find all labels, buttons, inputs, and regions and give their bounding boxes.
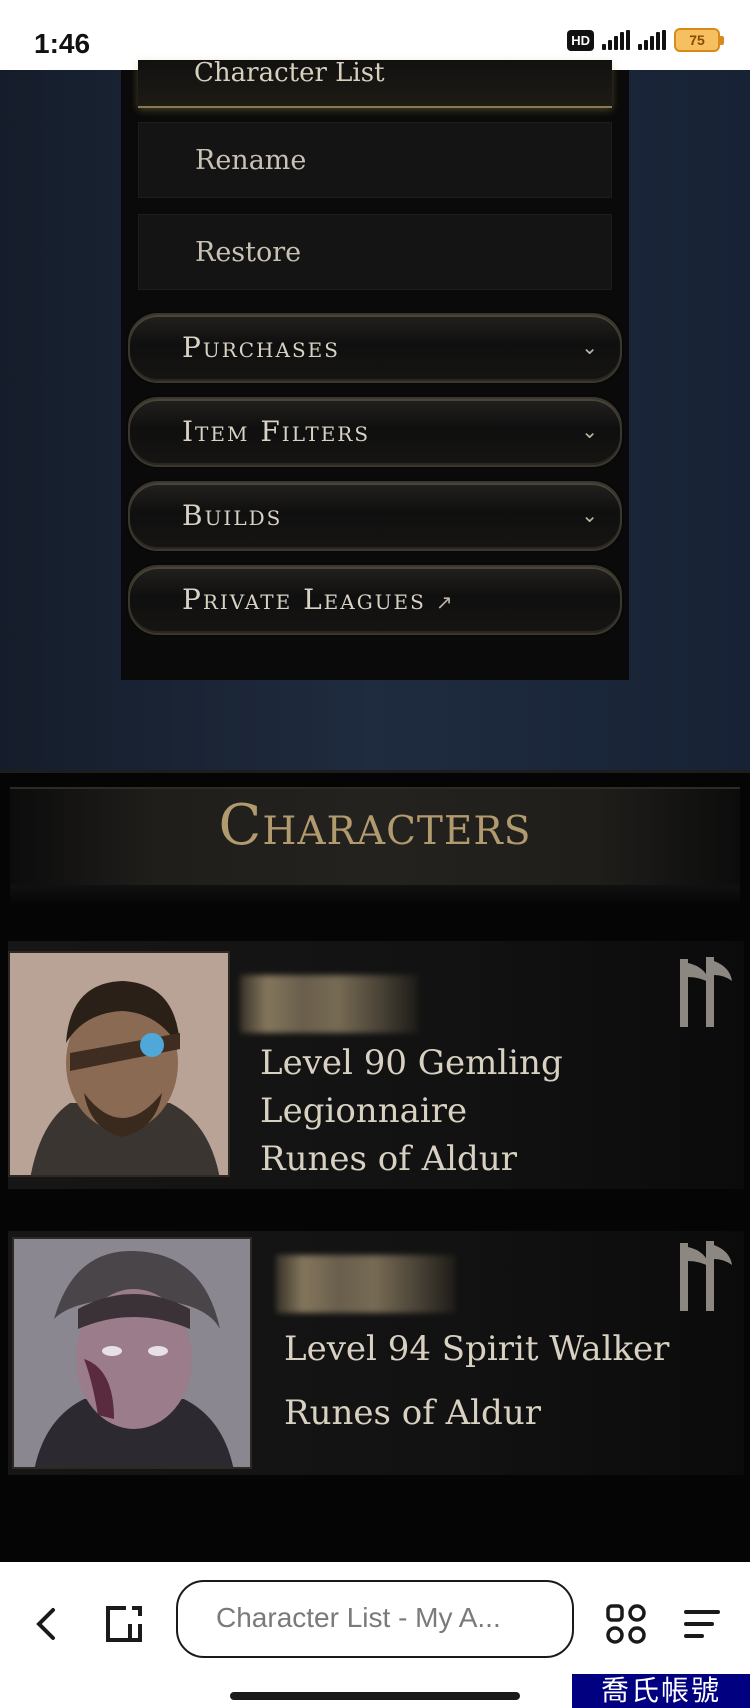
character-level-class: Level 90 Gemling Legionnaire [260, 1043, 563, 1131]
axe-icon [680, 1241, 732, 1311]
character-league: Runes of Aldur [260, 1139, 517, 1179]
chevron-down-icon: ⌄ [581, 503, 598, 527]
status-icons: HD 75 [567, 28, 724, 52]
menu-icon[interactable] [674, 1596, 730, 1652]
banner-divider [10, 885, 740, 905]
menu-item-character-list[interactable]: Character List [138, 60, 612, 108]
menu-item-restore[interactable]: Restore [138, 214, 612, 290]
accordion-item-filters[interactable]: Item Filters ⌄ [128, 397, 622, 467]
chevron-down-icon: ⌄ [581, 335, 598, 359]
tab-switch-icon[interactable] [96, 1596, 152, 1652]
menu-item-label: Rename [195, 145, 307, 176]
chevron-down-icon: ⌄ [581, 419, 598, 443]
accordion-label: Builds [182, 499, 283, 532]
home-indicator[interactable] [230, 1692, 520, 1700]
signal-icon [638, 30, 666, 50]
character-name-redacted [276, 1255, 456, 1313]
apps-grid-icon[interactable] [598, 1596, 654, 1652]
accordion-label: Private Leagues ↗ [182, 583, 455, 616]
character-portrait [12, 1237, 252, 1469]
menu-item-label: Restore [195, 237, 302, 268]
watermark: 喬氏帳號 [572, 1674, 750, 1708]
address-bar-text: Character List - My A... [216, 1602, 501, 1633]
character-league: Runes of Aldur [284, 1393, 541, 1433]
characters-title: Characters [218, 793, 532, 858]
status-time: 1:46 [34, 28, 91, 59]
menu-item-rename[interactable]: Rename [138, 122, 612, 198]
signal-icon [602, 30, 630, 50]
hd-badge: HD [567, 29, 594, 51]
accordion-label: Purchases [182, 331, 340, 364]
character-level-class: Level 94 Spirit Walker [284, 1329, 670, 1369]
character-card[interactable]: Level 94 Spirit Walker Runes of Aldur [8, 1231, 744, 1475]
link-private-leagues[interactable]: Private Leagues ↗ [128, 565, 622, 635]
character-portrait [8, 951, 230, 1177]
back-icon[interactable] [18, 1596, 74, 1652]
characters-section: Characters Level 90 Gemling Legionnaire … [0, 770, 750, 1562]
external-link-icon: ↗ [435, 590, 455, 614]
character-card[interactable]: Level 90 Gemling Legionnaire Runes of Al… [8, 941, 744, 1189]
accordion-purchases[interactable]: Purchases ⌄ [128, 313, 622, 383]
address-bar[interactable]: Character List - My A... [176, 1580, 574, 1658]
menu-item-label: Character List [194, 60, 385, 88]
axe-icon [680, 957, 732, 1027]
accordion-label: Item Filters [182, 415, 371, 448]
battery-icon: 75 [674, 28, 724, 52]
accordion-builds[interactable]: Builds ⌄ [128, 481, 622, 551]
character-name-redacted [240, 975, 418, 1033]
